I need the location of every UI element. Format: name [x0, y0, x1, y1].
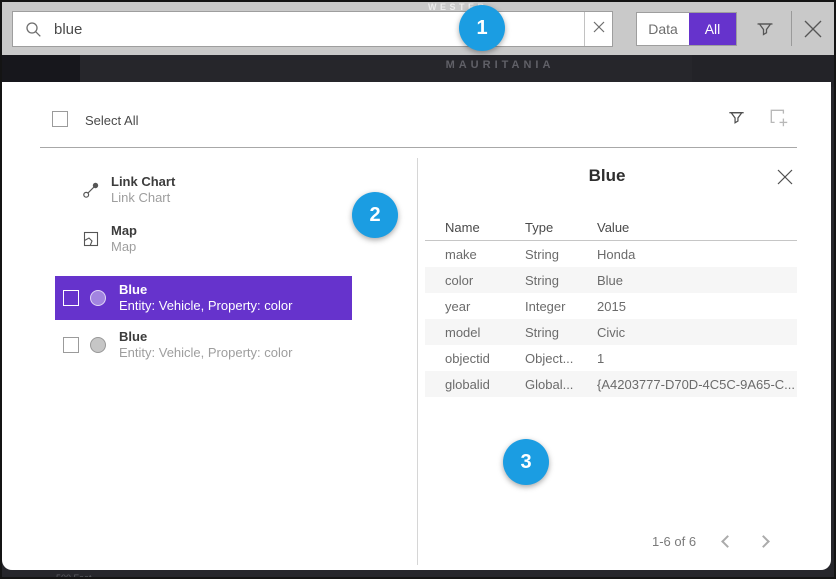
cell-value: {A4203777-D70D-4C5C-9A65-C...: [597, 377, 797, 392]
cell-type: Integer: [525, 299, 597, 314]
cell-name: objectid: [425, 351, 525, 366]
map-scale-label: 500 Feet: [56, 573, 92, 579]
cell-value: 1: [597, 351, 797, 366]
cell-type: String: [525, 325, 597, 340]
app-window: WESTER MAURITANIA 500 Feet Data All: [0, 0, 836, 579]
cell-type: Global...: [525, 377, 597, 392]
filter-funnel-icon[interactable]: [725, 106, 748, 134]
column-header-value: Value: [597, 220, 797, 235]
cell-type: String: [525, 247, 597, 262]
cell-value: Honda: [597, 247, 797, 262]
attributes-table: Name Type Value make String Honda color …: [425, 215, 797, 397]
result-subtitle: Entity: Vehicle, Property: color: [119, 298, 292, 314]
details-title: Blue: [417, 166, 797, 186]
result-item-link-chart[interactable]: Link Chart Link Chart: [55, 172, 352, 208]
cell-type: String: [525, 273, 597, 288]
table-row: year Integer 2015: [425, 293, 797, 319]
search-scope-toggle: Data All: [636, 12, 737, 46]
result-item-blue-selected[interactable]: Blue Entity: Vehicle, Property: color: [55, 276, 352, 320]
select-all-label: Select All: [85, 113, 138, 128]
callout-badge-1: 1: [459, 5, 505, 51]
result-subtitle: Link Chart: [111, 190, 175, 206]
cell-value: 2015: [597, 299, 797, 314]
search-icon: [25, 21, 42, 38]
pagination: 1-6 of 6: [652, 534, 768, 549]
table-row: make String Honda: [425, 241, 797, 267]
result-checkbox[interactable]: [63, 290, 79, 306]
search-field[interactable]: [12, 11, 613, 47]
map-country-label: MAURITANIA: [430, 59, 570, 71]
scope-data-button[interactable]: Data: [637, 13, 689, 45]
table-header-row: Name Type Value: [425, 215, 797, 240]
close-details-icon[interactable]: [775, 167, 795, 192]
select-all-checkbox[interactable]: [52, 111, 68, 127]
result-checkbox[interactable]: [63, 337, 79, 353]
filter-funnel-icon[interactable]: [753, 17, 777, 46]
record-circle-icon: [90, 337, 106, 353]
search-results-panel: Select All Link Chart Link Chart Map M: [2, 82, 831, 570]
result-item-map[interactable]: Map Map: [55, 221, 352, 257]
link-chart-icon: [82, 181, 111, 199]
cell-name: color: [425, 273, 525, 288]
table-row: model String Civic: [425, 319, 797, 345]
chevron-right-icon[interactable]: [757, 535, 770, 548]
result-title: Blue: [119, 329, 292, 345]
toolbar-divider: [791, 11, 792, 46]
record-circle-icon: [90, 290, 106, 306]
cell-name: year: [425, 299, 525, 314]
chevron-left-icon[interactable]: [721, 535, 734, 548]
cell-name: model: [425, 325, 525, 340]
pagination-label: 1-6 of 6: [652, 534, 696, 549]
result-subtitle: Entity: Vehicle, Property: color: [119, 345, 292, 361]
cell-name: globalid: [425, 377, 525, 392]
result-title: Blue: [119, 282, 292, 298]
column-header-name: Name: [425, 220, 525, 235]
table-row: color String Blue: [425, 267, 797, 293]
clear-search-button[interactable]: [584, 12, 612, 46]
table-row: globalid Global... {A4203777-D70D-4C5C-9…: [425, 371, 797, 397]
scope-all-button[interactable]: All: [689, 13, 736, 45]
column-header-type: Type: [525, 220, 597, 235]
details-divider: [417, 158, 418, 565]
result-title: Map: [111, 223, 137, 239]
cell-value: Civic: [597, 325, 797, 340]
panel-divider: [40, 147, 797, 148]
close-search-icon[interactable]: [799, 15, 827, 48]
callout-badge-3: 3: [503, 439, 549, 485]
cell-value: Blue: [597, 273, 797, 288]
x-icon: [593, 20, 605, 38]
result-subtitle: Map: [111, 239, 137, 255]
cell-name: make: [425, 247, 525, 262]
add-item-icon[interactable]: [768, 107, 790, 134]
table-row: objectid Object... 1: [425, 345, 797, 371]
result-item-blue[interactable]: Blue Entity: Vehicle, Property: color: [55, 325, 352, 365]
callout-badge-2: 2: [352, 192, 398, 238]
search-toolbar: Data All: [2, 2, 834, 55]
map-icon: [82, 230, 111, 248]
cell-type: Object...: [525, 351, 597, 366]
result-title: Link Chart: [111, 174, 175, 190]
